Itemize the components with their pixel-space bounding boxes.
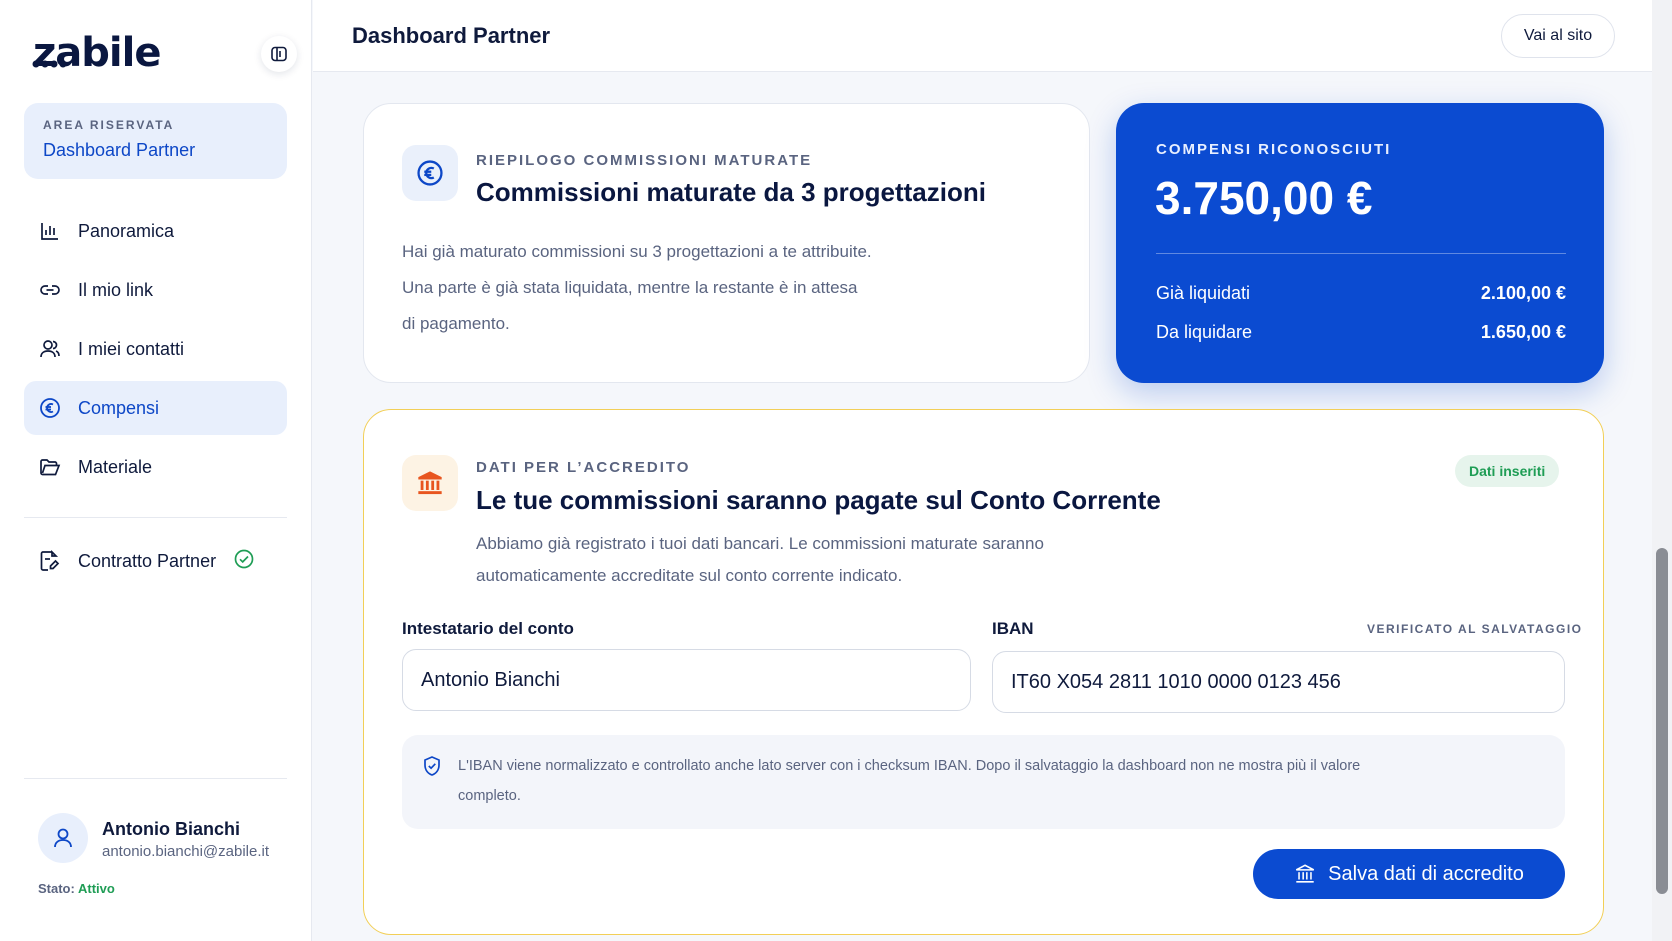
bank-icon bbox=[1296, 864, 1315, 883]
sidebar-item-il-mio-link[interactable]: Il mio link bbox=[24, 263, 287, 317]
folder-icon bbox=[38, 455, 62, 479]
sidebar-item-i-miei-contatti[interactable]: I miei contatti bbox=[24, 322, 287, 376]
credit-description: Abbiamo già registrato i tuoi dati banca… bbox=[476, 528, 1156, 592]
summary-title: Commissioni maturate da 3 progettazioni bbox=[476, 177, 986, 207]
compensation-card: COMPENSI RICONOSCIUTI 3.750,00 € Già liq… bbox=[1116, 103, 1604, 383]
iban-hint: VERIFICATO AL SALVATAGGIO bbox=[1367, 622, 1583, 636]
sidebar-item-label: Materiale bbox=[78, 456, 153, 477]
account-holder-label: Intestatario del conto bbox=[402, 619, 574, 638]
document-edit-icon bbox=[38, 549, 62, 573]
summary-description-line: Hai già maturato commissioni su 3 proget… bbox=[402, 242, 872, 261]
commissions-summary-card: RIEPILOGO COMMISSIONI MATURATE Commissio… bbox=[363, 103, 1090, 383]
sidebar: zabile AREA RISERVATA Dashboard Partner … bbox=[0, 0, 312, 941]
status-badge: Dati inseriti bbox=[1455, 455, 1560, 487]
iban-info-line: completo. bbox=[458, 788, 521, 804]
sidebar-item-label: Il mio link bbox=[78, 279, 154, 300]
reserved-area-label: AREA RISERVATA bbox=[43, 118, 175, 132]
paid-label: Già liquidati bbox=[1156, 283, 1251, 303]
iban-label: IBAN bbox=[992, 619, 1034, 638]
sidebar-item-panoramica[interactable]: Panoramica bbox=[24, 204, 287, 258]
status-label: Stato: bbox=[38, 881, 75, 896]
sidebar-divider bbox=[24, 517, 287, 518]
user-status: Stato: Attivo bbox=[38, 881, 115, 896]
save-credit-data-button[interactable]: Salva dati di accredito bbox=[1253, 849, 1565, 899]
logo-dots-icon bbox=[32, 60, 67, 68]
users-icon bbox=[38, 337, 62, 361]
user-email: antonio.bianchi@zabile.it bbox=[102, 843, 269, 860]
sidebar-item-contratto-partner[interactable]: Contratto Partner bbox=[24, 534, 287, 588]
iban-info-note: L'IBAN viene normalizzato e controllato … bbox=[402, 735, 1565, 829]
bank-icon-tile bbox=[402, 455, 458, 511]
compensation-divider bbox=[1156, 253, 1566, 254]
euro-icon bbox=[38, 396, 62, 420]
status-badge: Attivo bbox=[77, 881, 115, 896]
sidebar-collapse-button[interactable] bbox=[261, 36, 297, 72]
sidebar-item-label: Panoramica bbox=[78, 220, 175, 241]
iban-info-line: L'IBAN viene normalizzato e controllato … bbox=[458, 758, 1361, 774]
contract-label: Contratto Partner bbox=[78, 550, 217, 571]
bar-chart-icon bbox=[38, 219, 62, 243]
save-button-label: Salva dati di accredito bbox=[1328, 862, 1524, 885]
compensation-total: 3.750,00 € bbox=[1155, 172, 1373, 224]
sidebar-item-compensi[interactable]: Compensi bbox=[24, 381, 287, 435]
user-icon bbox=[54, 828, 72, 848]
check-circle-icon bbox=[234, 549, 254, 574]
sidebar-divider bbox=[24, 778, 287, 779]
account-holder-input[interactable] bbox=[402, 649, 971, 711]
page-title: Dashboard Partner bbox=[352, 23, 551, 48]
credit-title: Le tue commissioni saranno pagate sul Co… bbox=[476, 485, 1161, 515]
credit-eyebrow: DATI PER L’ACCREDITO bbox=[476, 459, 691, 476]
credit-description-line: Abbiamo già registrato i tuoi dati banca… bbox=[476, 534, 1044, 553]
euro-icon bbox=[417, 160, 443, 186]
paid-row: Già liquidati 2.100,00 € bbox=[1156, 283, 1566, 304]
sidebar-item-label: I miei contatti bbox=[78, 338, 185, 359]
avatar bbox=[38, 813, 88, 863]
iban-info-text: L'IBAN viene normalizzato e controllato … bbox=[458, 751, 1538, 811]
go-to-site-button[interactable]: Vai al sito bbox=[1501, 14, 1615, 58]
top-bar: Dashboard Partner Vai al sito bbox=[313, 0, 1652, 72]
summary-eyebrow: RIEPILOGO COMMISSIONI MATURATE bbox=[476, 152, 813, 169]
summary-description: Hai già maturato commissioni su 3 proget… bbox=[402, 234, 962, 342]
bank-icon bbox=[418, 471, 442, 495]
credit-data-card: DATI PER L’ACCREDITO Le tue commissioni … bbox=[363, 409, 1604, 935]
iban-input[interactable] bbox=[992, 651, 1565, 713]
compensation-eyebrow: COMPENSI RICONOSCIUTI bbox=[1156, 141, 1392, 158]
paid-value: 2.100,00 € bbox=[1480, 283, 1566, 303]
sidebar-item-label: Compensi bbox=[78, 397, 160, 418]
sidebar-toggle-icon bbox=[271, 46, 287, 62]
credit-description-line: automaticamente accreditate sul conto co… bbox=[476, 566, 903, 585]
sidebar-nav: Panoramica Il mio link I miei contatti C… bbox=[24, 204, 287, 499]
summary-icon-tile bbox=[402, 145, 458, 201]
reserved-area-box: AREA RISERVATA Dashboard Partner bbox=[24, 103, 287, 179]
link-icon bbox=[38, 278, 62, 302]
scrollbar-thumb[interactable] bbox=[1656, 548, 1668, 894]
user-name: Antonio Bianchi bbox=[102, 819, 240, 839]
shield-check-icon bbox=[424, 756, 440, 776]
due-label: Da liquidare bbox=[1156, 322, 1253, 342]
reserved-area-title[interactable]: Dashboard Partner bbox=[43, 140, 268, 161]
due-row: Da liquidare 1.650,00 € bbox=[1156, 322, 1566, 343]
summary-description-line: Una parte è già stata liquidata, mentre … bbox=[402, 278, 858, 297]
due-value: 1.650,00 € bbox=[1480, 322, 1566, 342]
summary-description-line: di pagamento. bbox=[402, 314, 510, 333]
sidebar-item-materiale[interactable]: Materiale bbox=[24, 440, 287, 494]
